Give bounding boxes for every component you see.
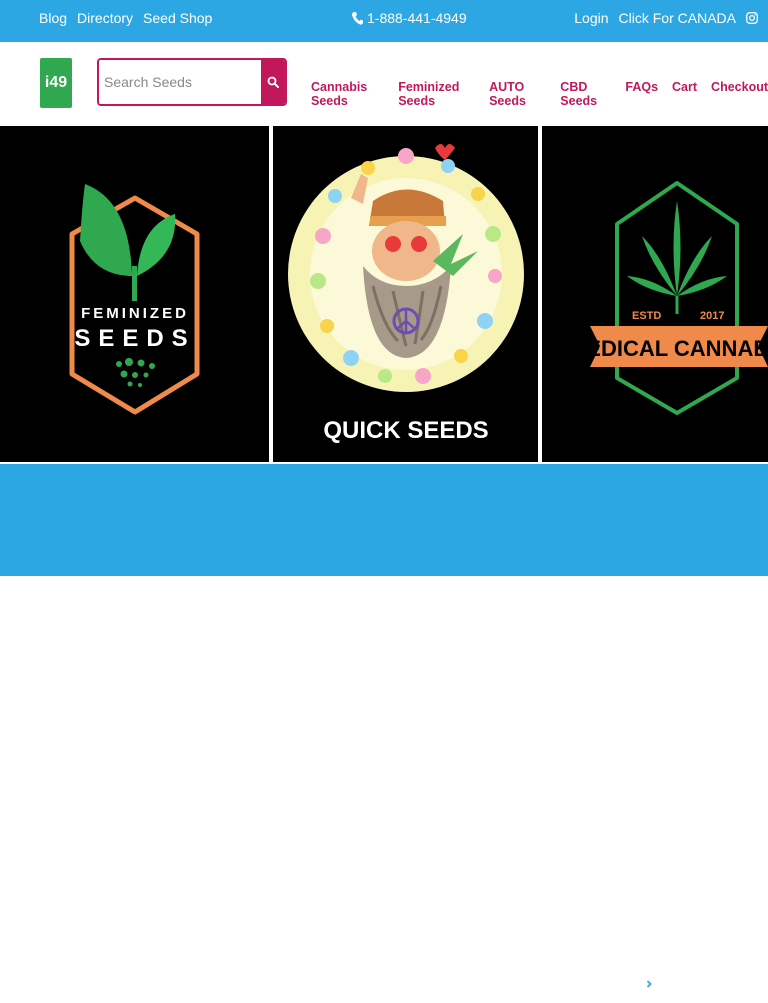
shop-label: SHOP [599,975,639,992]
quick-seeds-graphic: QUICK SEEDS [288,144,524,444]
right-glasses [411,236,427,252]
heart-icon [435,144,455,160]
site-logo[interactable]: i49 [40,58,72,108]
nav-cannabis-seeds[interactable]: Cannabis Seeds [311,80,384,108]
nav-feminized-seeds[interactable]: Feminized Seeds [398,80,475,108]
instagram-icon[interactable] [746,12,758,24]
canada-link[interactable]: Click For CANADA [619,10,736,26]
nav-faqs[interactable]: FAQs [625,80,658,108]
right-leaf-icon [137,214,176,276]
top-links: Blog Directory Seed Shop [39,10,212,26]
login-link[interactable]: Login [574,10,608,26]
phone-number[interactable]: 1-888-441-4949 [367,10,467,26]
left-glasses [385,236,401,252]
quick-seeds-tile[interactable]: QUICK SEEDS [273,126,538,462]
feminized-seeds-graphic: FEMINIZED SEEDS [69,184,200,415]
shop-button[interactable]: SHOP [585,964,669,1003]
search-button[interactable] [261,60,285,104]
left-leaf-icon [80,184,132,276]
search-form [97,58,287,106]
phone-contact[interactable]: 1-888-441-4949 [352,10,467,26]
seed-shop-link[interactable]: Seed Shop [143,10,212,26]
cannabis-leaf-icon [627,201,727,314]
search-icon [267,76,279,88]
medical-cannabis-label: MEDICAL CANNABIS [568,336,768,361]
phone-icon [352,11,363,25]
blog-link[interactable]: Blog [39,10,67,26]
year-label: 2017 [700,310,724,322]
nav-cbd-seeds[interactable]: CBD Seeds [560,80,611,108]
feminized-label: FEMINIZED [81,305,189,322]
medical-cannabis-tile[interactable]: ESTD 2017 MEDICAL CANNABIS [542,126,768,462]
seed-dots [116,358,155,387]
directory-link[interactable]: Directory [77,10,133,26]
chevron-right-circle-icon [642,977,655,990]
nav-checkout[interactable]: Checkout [711,80,768,108]
feminized-seeds-tile[interactable]: FEMINIZED SEEDS [0,126,269,462]
top-right-links: Login Click For CANADA [574,10,758,26]
clearance-title: Clearance CANNABIS SEEDS [132,960,658,1003]
logo-text: i49 [44,74,68,91]
nav-cart[interactable]: Cart [672,80,697,108]
search-input[interactable] [99,60,261,104]
nav-auto-seeds[interactable]: AUTO Seeds [489,80,546,108]
category-tiles: FEMINIZED SEEDS QUICK SEEDS ESTD 2017 ME… [0,126,768,462]
main-nav: Cannabis Seeds Feminized Seeds AUTO Seed… [311,80,768,108]
top-bar: Blog Directory Seed Shop 1-888-441-4949 … [0,0,768,42]
clearance-strong: Clearance [132,960,314,1002]
face [372,221,440,281]
stem [132,266,137,301]
seeds-label: SEEDS [74,325,195,352]
quick-seeds-label: QUICK SEEDS [323,417,488,444]
estd-label: ESTD [632,310,661,322]
medical-cannabis-graphic: ESTD 2017 MEDICAL CANNABIS [568,181,768,415]
